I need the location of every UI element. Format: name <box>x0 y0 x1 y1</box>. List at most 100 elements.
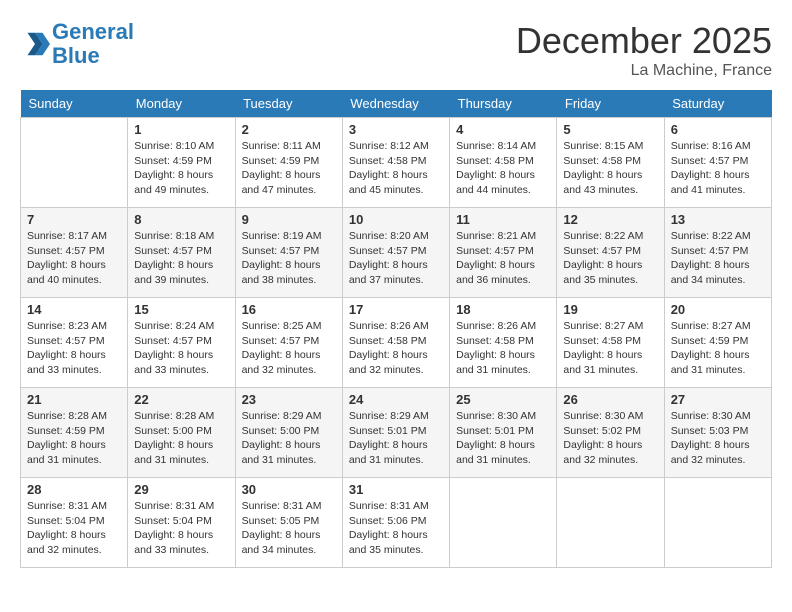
day-info: Sunrise: 8:27 AM Sunset: 4:59 PM Dayligh… <box>671 319 765 378</box>
day-header-tuesday: Tuesday <box>235 90 342 118</box>
day-info: Sunrise: 8:21 AM Sunset: 4:57 PM Dayligh… <box>456 229 550 288</box>
day-cell: 3 Sunrise: 8:12 AM Sunset: 4:58 PM Daylig… <box>342 118 449 208</box>
day-header-sunday: Sunday <box>21 90 128 118</box>
day-cell: 20 Sunrise: 8:27 AM Sunset: 4:59 PM Dayli… <box>664 298 771 388</box>
day-number: 22 <box>134 392 228 407</box>
day-cell: 23 Sunrise: 8:29 AM Sunset: 5:00 PM Dayli… <box>235 388 342 478</box>
logo-general: General <box>52 19 134 44</box>
day-cell: 24 Sunrise: 8:29 AM Sunset: 5:01 PM Dayli… <box>342 388 449 478</box>
day-cell: 17 Sunrise: 8:26 AM Sunset: 4:58 PM Dayli… <box>342 298 449 388</box>
day-number: 14 <box>27 302 121 317</box>
day-number: 28 <box>27 482 121 497</box>
day-cell: 19Sunrise: 8:27 AM Sunset: 4:58 PM Dayli… <box>557 298 664 388</box>
day-number: 18 <box>456 302 550 317</box>
day-info: Sunrise: 8:16 AM Sunset: 4:57 PM Dayligh… <box>671 139 765 198</box>
day-number: 2 <box>242 122 336 137</box>
day-number: 31 <box>349 482 443 497</box>
day-cell: 29Sunrise: 8:31 AM Sunset: 5:04 PM Dayli… <box>128 478 235 568</box>
calendar-table: SundayMondayTuesdayWednesdayThursdayFrid… <box>20 90 772 568</box>
day-number: 6 <box>671 122 765 137</box>
day-cell: 10 Sunrise: 8:20 AM Sunset: 4:57 PM Dayli… <box>342 208 449 298</box>
day-cell <box>21 118 128 208</box>
day-number: 23 <box>242 392 336 407</box>
day-cell: 14 Sunrise: 8:23 AM Sunset: 4:57 PM Dayli… <box>21 298 128 388</box>
day-info: Sunrise: 8:27 AM Sunset: 4:58 PM Dayligh… <box>563 319 657 378</box>
day-info: Sunrise: 8:29 AM Sunset: 5:00 PM Dayligh… <box>242 409 336 468</box>
day-header-friday: Friday <box>557 90 664 118</box>
day-info: Sunrise: 8:22 AM Sunset: 4:57 PM Dayligh… <box>671 229 765 288</box>
week-row-5: 28 Sunrise: 8:31 AM Sunset: 5:04 PM Dayli… <box>21 478 772 568</box>
day-cell: 28 Sunrise: 8:31 AM Sunset: 5:04 PM Dayli… <box>21 478 128 568</box>
day-cell: 27 Sunrise: 8:30 AM Sunset: 5:03 PM Dayli… <box>664 388 771 478</box>
day-cell: 4 Sunrise: 8:14 AM Sunset: 4:58 PM Daylig… <box>450 118 557 208</box>
day-number: 12 <box>563 212 657 227</box>
day-number: 29 <box>134 482 228 497</box>
title-area: December 2025 La Machine, France <box>516 20 772 80</box>
day-cell: 12 Sunrise: 8:22 AM Sunset: 4:57 PM Dayli… <box>557 208 664 298</box>
day-cell: 7Sunrise: 8:17 AM Sunset: 4:57 PM Daylig… <box>21 208 128 298</box>
logo-blue: Blue <box>52 43 100 68</box>
day-cell: 30 Sunrise: 8:31 AM Sunset: 5:05 PM Dayli… <box>235 478 342 568</box>
day-info: Sunrise: 8:19 AM Sunset: 4:57 PM Dayligh… <box>242 229 336 288</box>
day-info: Sunrise: 8:30 AM Sunset: 5:03 PM Dayligh… <box>671 409 765 468</box>
week-row-4: 21 Sunrise: 8:28 AM Sunset: 4:59 PM Dayli… <box>21 388 772 478</box>
week-row-1: 1Sunrise: 8:10 AM Sunset: 4:59 PM Daylig… <box>21 118 772 208</box>
day-cell: 1Sunrise: 8:10 AM Sunset: 4:59 PM Daylig… <box>128 118 235 208</box>
day-cell <box>557 478 664 568</box>
day-cell <box>450 478 557 568</box>
day-info: Sunrise: 8:23 AM Sunset: 4:57 PM Dayligh… <box>27 319 121 378</box>
day-header-wednesday: Wednesday <box>342 90 449 118</box>
day-cell: 9Sunrise: 8:19 AM Sunset: 4:57 PM Daylig… <box>235 208 342 298</box>
day-number: 17 <box>349 302 443 317</box>
day-cell: 31 Sunrise: 8:31 AM Sunset: 5:06 PM Dayli… <box>342 478 449 568</box>
day-info: Sunrise: 8:31 AM Sunset: 5:04 PM Dayligh… <box>27 499 121 558</box>
day-number: 30 <box>242 482 336 497</box>
day-number: 1 <box>134 122 228 137</box>
logo-icon <box>20 29 50 59</box>
day-number: 13 <box>671 212 765 227</box>
day-info: Sunrise: 8:28 AM Sunset: 4:59 PM Dayligh… <box>27 409 121 468</box>
day-number: 7 <box>27 212 121 227</box>
page-header: General Blue December 2025 La Machine, F… <box>20 20 772 80</box>
day-number: 26 <box>563 392 657 407</box>
day-number: 21 <box>27 392 121 407</box>
day-number: 15 <box>134 302 228 317</box>
day-cell <box>664 478 771 568</box>
day-number: 25 <box>456 392 550 407</box>
day-info: Sunrise: 8:14 AM Sunset: 4:58 PM Dayligh… <box>456 139 550 198</box>
day-number: 8 <box>134 212 228 227</box>
location: La Machine, France <box>516 62 772 80</box>
day-number: 16 <box>242 302 336 317</box>
day-cell: 13 Sunrise: 8:22 AM Sunset: 4:57 PM Dayli… <box>664 208 771 298</box>
day-info: Sunrise: 8:26 AM Sunset: 4:58 PM Dayligh… <box>349 319 443 378</box>
day-number: 24 <box>349 392 443 407</box>
day-info: Sunrise: 8:31 AM Sunset: 5:06 PM Dayligh… <box>349 499 443 558</box>
week-row-3: 14 Sunrise: 8:23 AM Sunset: 4:57 PM Dayli… <box>21 298 772 388</box>
day-info: Sunrise: 8:20 AM Sunset: 4:57 PM Dayligh… <box>349 229 443 288</box>
day-cell: 15 Sunrise: 8:24 AM Sunset: 4:57 PM Dayli… <box>128 298 235 388</box>
day-info: Sunrise: 8:22 AM Sunset: 4:57 PM Dayligh… <box>563 229 657 288</box>
day-info: Sunrise: 8:12 AM Sunset: 4:58 PM Dayligh… <box>349 139 443 198</box>
day-cell: 5Sunrise: 8:15 AM Sunset: 4:58 PM Daylig… <box>557 118 664 208</box>
logo: General Blue <box>20 20 134 68</box>
day-cell: 6 Sunrise: 8:16 AM Sunset: 4:57 PM Daylig… <box>664 118 771 208</box>
day-number: 27 <box>671 392 765 407</box>
day-info: Sunrise: 8:24 AM Sunset: 4:57 PM Dayligh… <box>134 319 228 378</box>
day-cell: 26Sunrise: 8:30 AM Sunset: 5:02 PM Dayli… <box>557 388 664 478</box>
day-number: 10 <box>349 212 443 227</box>
day-info: Sunrise: 8:31 AM Sunset: 5:05 PM Dayligh… <box>242 499 336 558</box>
day-info: Sunrise: 8:25 AM Sunset: 4:57 PM Dayligh… <box>242 319 336 378</box>
week-row-2: 7Sunrise: 8:17 AM Sunset: 4:57 PM Daylig… <box>21 208 772 298</box>
day-number: 20 <box>671 302 765 317</box>
day-number: 3 <box>349 122 443 137</box>
day-header-monday: Monday <box>128 90 235 118</box>
day-info: Sunrise: 8:30 AM Sunset: 5:01 PM Dayligh… <box>456 409 550 468</box>
day-info: Sunrise: 8:29 AM Sunset: 5:01 PM Dayligh… <box>349 409 443 468</box>
day-cell: 21 Sunrise: 8:28 AM Sunset: 4:59 PM Dayli… <box>21 388 128 478</box>
day-number: 11 <box>456 212 550 227</box>
day-cell: 11 Sunrise: 8:21 AM Sunset: 4:57 PM Dayli… <box>450 208 557 298</box>
day-header-saturday: Saturday <box>664 90 771 118</box>
day-info: Sunrise: 8:15 AM Sunset: 4:58 PM Dayligh… <box>563 139 657 198</box>
day-number: 4 <box>456 122 550 137</box>
day-cell: 8Sunrise: 8:18 AM Sunset: 4:57 PM Daylig… <box>128 208 235 298</box>
